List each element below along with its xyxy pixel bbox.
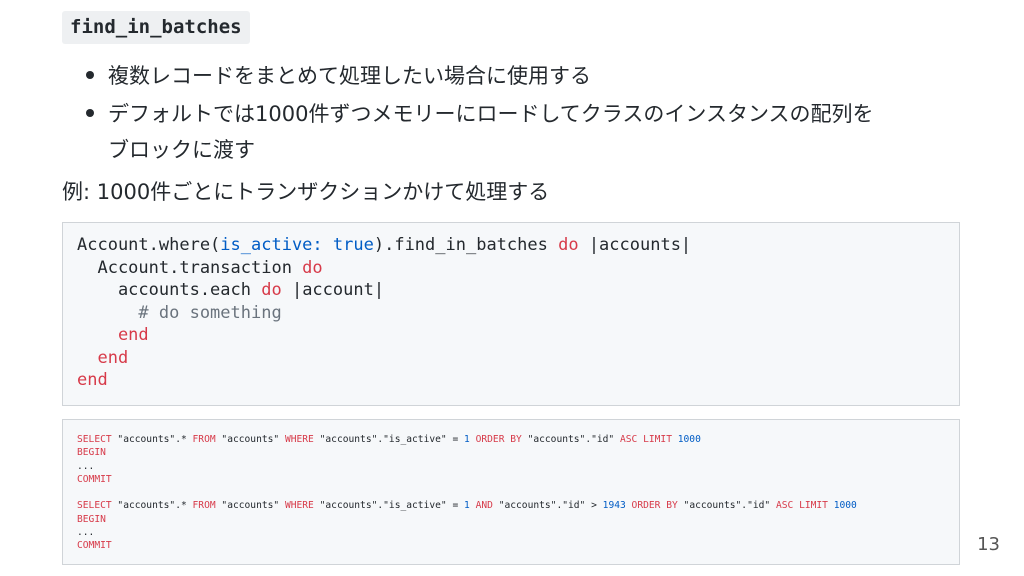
sql-line: BEGIN — [77, 513, 106, 525]
sql-line: SELECT "accounts".* FROM "accounts" WHER… — [77, 434, 701, 445]
bullet-text-continued: ブロックに渡す — [108, 138, 255, 162]
code-line: end — [77, 370, 108, 390]
code-line: Account.where(is_active: true).find_in_b… — [77, 235, 692, 255]
example-heading: 例: 1000件ごとにトランザクションかけて処理する — [62, 180, 550, 204]
ruby-code-block: Account.where(is_active: true).find_in_b… — [62, 222, 960, 406]
code-line: end — [77, 325, 149, 345]
bullet-list: 複数レコードをまとめて処理したい場合に使用する デフォルトでは1000件ずつメモ… — [86, 58, 976, 170]
sql-line: ... — [77, 460, 95, 472]
code-comment-line: # do something — [77, 302, 282, 323]
sql-line: ... — [77, 527, 95, 539]
bullet-dot-icon — [86, 109, 94, 117]
sql-blank-line — [77, 486, 945, 499]
bullet-item: 複数レコードをまとめて処理したい場合に使用する — [86, 58, 976, 94]
sql-line: SELECT "accounts".* FROM "accounts" WHER… — [77, 500, 857, 512]
sql-line: BEGIN — [77, 447, 106, 459]
code-line: end — [77, 347, 129, 368]
sql-log-block: SELECT "accounts".* FROM "accounts" WHER… — [62, 419, 960, 565]
slide-title: find_in_batches — [62, 11, 250, 44]
bullet-text: デフォルトでは1000件ずつメモリーにロードしてクラスのインスタンスの配列を — [108, 102, 874, 126]
code-line: Account.transaction do — [77, 257, 323, 278]
bullet-text: 複数レコードをまとめて処理したい場合に使用する — [108, 64, 591, 88]
sql-line: COMMIT — [77, 540, 112, 552]
page-number: 13 — [977, 534, 1000, 555]
code-line: accounts.each do |account| — [77, 280, 385, 300]
bullet-item: デフォルトでは1000件ずつメモリーにロードしてクラスのインスタンスの配列を ブ… — [86, 96, 976, 168]
bullet-dot-icon — [86, 71, 94, 79]
sql-line: COMMIT — [77, 473, 112, 485]
